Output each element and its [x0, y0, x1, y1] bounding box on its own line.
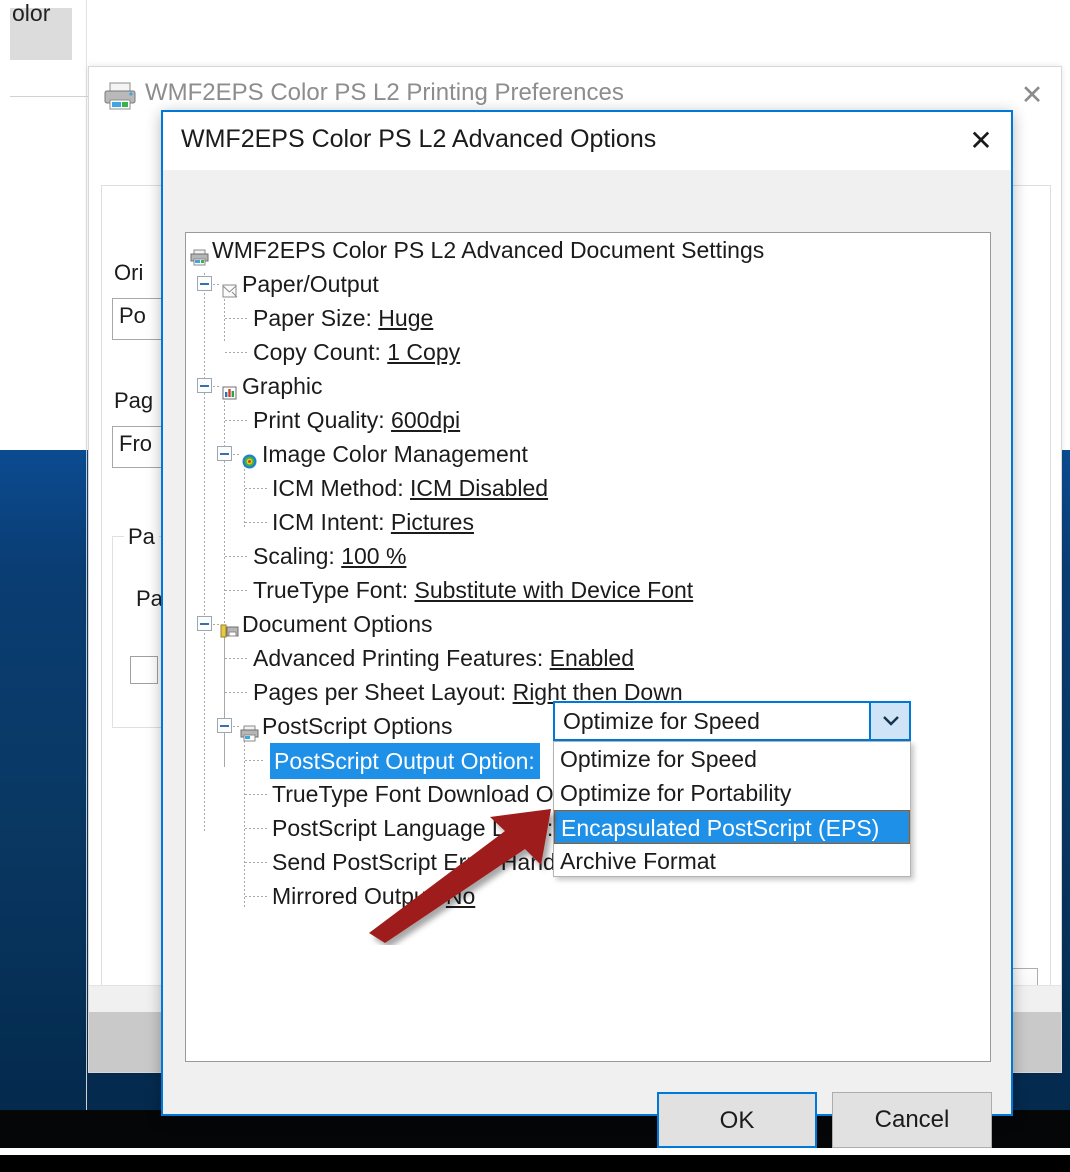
- tree-label: Advanced Printing Features: Enabled: [253, 645, 635, 671]
- tree-connector: [245, 828, 267, 829]
- tree-label: WMF2EPS Color PS L2 Advanced Document Se…: [212, 237, 765, 263]
- collapse-box[interactable]: [197, 616, 212, 631]
- tree-label: Copy Count: 1 Copy: [253, 339, 461, 365]
- dropdown-option-optimize-for-portability[interactable]: Optimize for Portability: [554, 776, 910, 810]
- graphic-icon: [220, 377, 239, 400]
- tree-value: 100 %: [341, 543, 407, 569]
- tree-row-graphic[interactable]: Graphic: [186, 369, 990, 403]
- dropdown-option-archive-format[interactable]: Archive Format: [554, 844, 910, 878]
- dialog-title: WMF2EPS Color PS L2 Advanced Options: [181, 125, 657, 153]
- tree-label: TrueType Font: Substitute with Device Fo…: [253, 577, 694, 603]
- tree-row-mirrored-output[interactable]: Mirrored Output: No: [186, 879, 990, 913]
- advanced-settings-tree[interactable]: WMF2EPS Color PS L2 Advanced Document Se…: [185, 232, 991, 1062]
- tree-connector: [245, 862, 267, 863]
- tree-connector: [245, 522, 267, 523]
- tree-connector: [245, 488, 267, 489]
- ok-button[interactable]: OK: [657, 1092, 817, 1148]
- tree-connector: [225, 658, 247, 659]
- tree-connector: [225, 352, 247, 353]
- tree-label: Paper Size: Huge: [253, 305, 434, 331]
- tree-value: 1 Copy: [387, 339, 461, 365]
- collapse-box[interactable]: [197, 378, 212, 393]
- dialog-body: WMF2EPS Color PS L2 Advanced Document Se…: [163, 170, 1011, 1148]
- tree-row-print-quality[interactable]: Print Quality: 600dpi: [186, 403, 990, 437]
- close-icon[interactable]: ✕: [1009, 75, 1055, 115]
- left-edge-line-lower: [86, 450, 87, 1110]
- top-left-partial-label: olor: [12, 0, 51, 26]
- tree-value: Enabled: [549, 645, 635, 671]
- tree-label: Send PostScript Error Hand: [272, 849, 556, 875]
- postscript-output-option-dropdown[interactable]: Optimize for Speed Optimize for Portabil…: [553, 741, 911, 877]
- combobox-value: Optimize for Speed: [563, 708, 760, 734]
- printing-preferences-title: WMF2EPS Color PS L2 Printing Preferences: [145, 79, 624, 106]
- divider-line: [10, 96, 88, 97]
- tree-connector: [225, 556, 247, 557]
- tree-row-image-color-management[interactable]: Image Color Management: [186, 437, 990, 471]
- dropdown-option-encapsulated-postscript[interactable]: Encapsulated PostScript (EPS): [554, 810, 910, 844]
- page-order-label: Pag: [114, 388, 154, 413]
- tree-label: Image Color Management: [262, 441, 528, 467]
- tree-label: ICM Method: ICM Disabled: [272, 475, 549, 501]
- tree-label: PostScript Options: [262, 713, 453, 739]
- tree-value: Pictures: [390, 509, 474, 535]
- tree-value: Substitute with Device Font: [414, 577, 694, 603]
- tree-connector: [225, 590, 247, 591]
- paper-output-icon: [220, 275, 239, 298]
- tree-value: 600dpi: [391, 407, 461, 433]
- tree-connector: [245, 896, 267, 897]
- tree-row-truetype-font[interactable]: TrueType Font: Substitute with Device Fo…: [186, 573, 990, 607]
- tree-row-scaling[interactable]: Scaling: 100 %: [186, 539, 990, 573]
- tree-value: No: [445, 883, 476, 909]
- tree-connector: [225, 420, 247, 421]
- tree-label: ICM Intent: Pictures: [272, 509, 474, 535]
- screen: olor WMF2EPS Color PS L2 Printing Prefer…: [0, 0, 1070, 1172]
- color-target-icon: [240, 445, 259, 469]
- tree-value: ICM Disabled: [410, 475, 549, 501]
- tree-connector: [225, 318, 247, 319]
- tree-connector: [225, 692, 247, 693]
- chevron-down-icon[interactable]: [869, 703, 909, 739]
- page-format-checkbox[interactable]: [130, 656, 158, 684]
- tree-connector: [245, 794, 267, 795]
- collapse-box[interactable]: [217, 718, 232, 733]
- printer-icon: [190, 241, 209, 266]
- tree-label: Print Quality: 600dpi: [253, 407, 461, 433]
- tree-label: Scaling: 100 %: [253, 543, 407, 569]
- collapse-box[interactable]: [217, 446, 232, 461]
- dropdown-option-optimize-for-speed[interactable]: Optimize for Speed: [554, 742, 910, 776]
- dialog-titlebar: WMF2EPS Color PS L2 Advanced Options ✕: [163, 112, 1011, 170]
- tree-label: PostScript Output Option:: [270, 743, 540, 779]
- tree-row-copy-count[interactable]: Copy Count: 1 Copy: [186, 335, 990, 369]
- tree-row-advanced-printing-features[interactable]: Advanced Printing Features: Enabled: [186, 641, 990, 675]
- tree-label: PostScript Language Level:: [272, 815, 554, 841]
- tree-label: Mirrored Output: No: [272, 883, 476, 909]
- orientation-label: Ori: [114, 260, 144, 285]
- document-options-icon: [220, 615, 239, 638]
- postscript-output-option-combobox[interactable]: Optimize for Speed: [553, 701, 911, 741]
- collapse-box[interactable]: [197, 276, 212, 291]
- taskbar: [0, 1155, 1070, 1172]
- tree-label: Paper/Output: [242, 271, 379, 297]
- tree-row-icm-method[interactable]: ICM Method: ICM Disabled: [186, 471, 990, 505]
- advanced-options-dialog[interactable]: WMF2EPS Color PS L2 Advanced Options ✕ W…: [161, 110, 1013, 1148]
- close-icon[interactable]: ✕: [959, 121, 1003, 161]
- tree-connector: [245, 760, 265, 761]
- tree-row-root[interactable]: WMF2EPS Color PS L2 Advanced Document Se…: [186, 233, 990, 267]
- tree-label: TrueType Font Download O: [272, 781, 554, 807]
- postscript-icon: [240, 717, 259, 742]
- tree-row-document-options[interactable]: Document Options: [186, 607, 990, 641]
- tree-row-paper-output[interactable]: Paper/Output: [186, 267, 990, 301]
- tree-row-paper-size[interactable]: Paper Size: Huge: [186, 301, 990, 335]
- cancel-button[interactable]: Cancel: [832, 1092, 992, 1148]
- tree-label: Graphic: [242, 373, 323, 399]
- page-format-label: Pa: [124, 524, 159, 550]
- tree-value: Huge: [378, 305, 434, 331]
- left-edge-line: [86, 0, 87, 450]
- tree-row-icm-intent[interactable]: ICM Intent: Pictures: [186, 505, 990, 539]
- printer-icon: [103, 81, 137, 111]
- tree-label: Document Options: [242, 611, 433, 637]
- pages-per-sheet-label: Pa: [136, 586, 163, 611]
